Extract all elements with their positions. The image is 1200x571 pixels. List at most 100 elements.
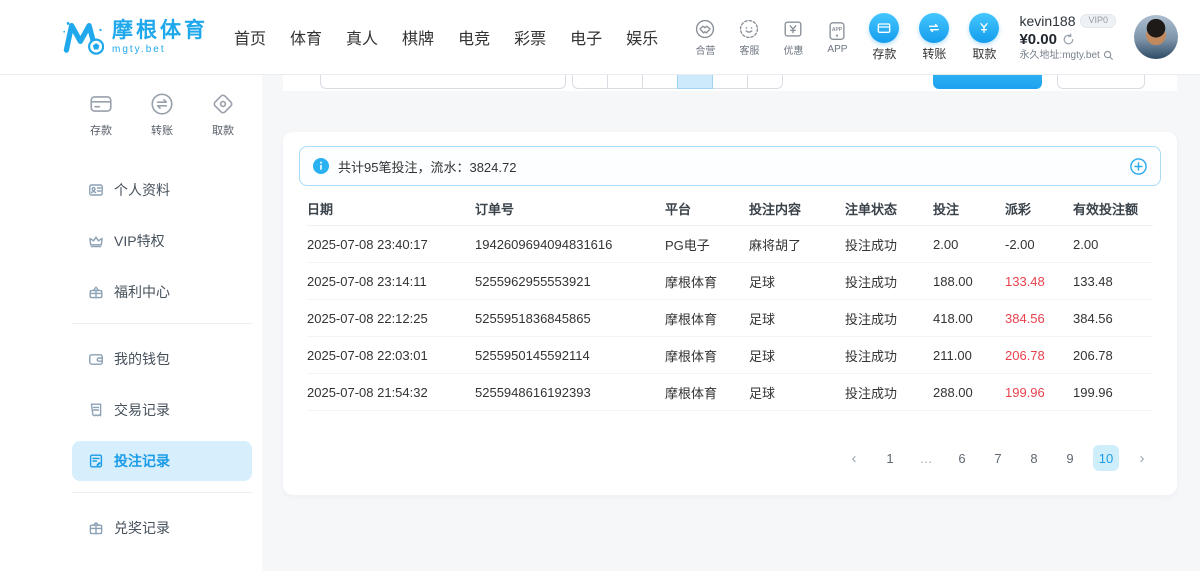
nav-item-boardgames[interactable]: 棋牌 [402, 25, 434, 49]
customer-service-button[interactable]: 客服 [733, 18, 765, 57]
sidebar-transfer-button[interactable]: 转账 [149, 91, 175, 138]
expand-plus-icon[interactable] [1130, 158, 1147, 175]
deposit-button[interactable]: 存款 [865, 13, 903, 62]
promotions-label: 优惠 [783, 42, 803, 57]
sidebar-deposit-label: 存款 [90, 122, 112, 138]
col-header-content: 投注内容 [749, 199, 845, 218]
filter-segment[interactable] [642, 75, 678, 89]
table-row[interactable]: 2025-07-08 22:12:25 5255951836845865 摩根体… [307, 300, 1153, 337]
cell-valid: 2.00 [1073, 237, 1153, 252]
search-button[interactable] [933, 75, 1042, 89]
page-button-1[interactable]: 1 [877, 445, 903, 471]
sidebar-item-label: VIP特权 [114, 231, 165, 251]
brand-domain: mgty.bet [112, 44, 208, 55]
page-button-8[interactable]: 8 [1021, 445, 1047, 471]
nav-item-live[interactable]: 真人 [346, 25, 378, 49]
transfer-icon [919, 13, 949, 43]
sidebar-withdraw-button[interactable]: 取款 [210, 91, 236, 138]
filter-segment-active[interactable] [677, 75, 713, 89]
sidebar-item-vip[interactable]: VIP特权 [72, 221, 252, 261]
transfer-button[interactable]: 转账 [915, 13, 953, 62]
cell-platform: 摩根体育 [665, 346, 749, 365]
page-ellipsis: … [913, 445, 939, 471]
filter-segment[interactable] [712, 75, 748, 89]
topbar-right: 合营 客服 优惠 APP [689, 12, 1178, 63]
page-button-10[interactable]: 10 [1093, 445, 1119, 471]
brand-logo[interactable]: 摩根体育 mgty.bet [62, 19, 208, 55]
reset-button[interactable] [1057, 75, 1145, 89]
transfer-label: 转账 [922, 45, 946, 62]
circle-arrows-icon [149, 91, 175, 117]
table-row[interactable]: 2025-07-08 23:40:17 1942609694094831616 … [307, 226, 1153, 263]
cell-bet: 418.00 [933, 311, 1005, 326]
withdraw-button[interactable]: 取款 [965, 13, 1003, 62]
svg-text:APP: APP [832, 27, 843, 33]
prev-page-button[interactable]: ‹ [841, 445, 867, 471]
deposit-icon [869, 13, 899, 43]
app-label: APP [827, 44, 847, 55]
nav-item-slots[interactable]: 电子 [570, 25, 602, 49]
username[interactable]: kevin188 [1019, 12, 1075, 30]
filter-form-cutoff [283, 75, 1177, 91]
sidebar-deposit-button[interactable]: 存款 [88, 91, 114, 138]
app-download-button[interactable]: APP APP [821, 20, 853, 55]
withdraw-label: 取款 [972, 45, 996, 62]
avatar[interactable] [1134, 15, 1178, 59]
filter-segment[interactable] [572, 75, 608, 89]
table-row[interactable]: 2025-07-08 22:03:01 5255950145592114 摩根体… [307, 337, 1153, 374]
cell-content: 足球 [749, 309, 845, 328]
col-header-valid: 有效投注额 [1073, 199, 1153, 218]
cell-content: 足球 [749, 346, 845, 365]
page-button-6[interactable]: 6 [949, 445, 975, 471]
page-button-7[interactable]: 7 [985, 445, 1011, 471]
summary-text: 共计95笔投注，流水：3824.72 [338, 157, 516, 176]
coupon-icon [782, 18, 804, 40]
filter-segment[interactable] [607, 75, 643, 89]
balance-amount: ¥0.00 [1019, 30, 1057, 50]
nav-item-home[interactable]: 首页 [234, 25, 266, 49]
magnifier-icon[interactable] [1103, 50, 1114, 61]
sidebar-item-label: 交易记录 [114, 400, 170, 420]
nav-item-sports[interactable]: 体育 [290, 25, 322, 49]
cell-valid: 199.96 [1073, 385, 1153, 400]
cell-platform: 摩根体育 [665, 272, 749, 291]
nav-item-lottery[interactable]: 彩票 [514, 25, 546, 49]
refresh-balance-icon[interactable] [1062, 33, 1075, 46]
table-row[interactable]: 2025-07-08 21:54:32 5255948616192393 摩根体… [307, 374, 1153, 411]
brand-logo-icon [62, 19, 104, 55]
nav-item-entertainment[interactable]: 娱乐 [626, 25, 658, 49]
cell-bet: 211.00 [933, 348, 1005, 363]
sidebar-item-wallet[interactable]: 我的钱包 [72, 339, 252, 379]
page-button-9[interactable]: 9 [1057, 445, 1083, 471]
next-page-button[interactable]: › [1129, 445, 1155, 471]
headset-icon [738, 18, 760, 40]
sidebar-item-welfare[interactable]: 福利中心 [72, 272, 252, 312]
wallet-icon [88, 351, 104, 367]
sidebar-withdraw-label: 取款 [212, 122, 234, 138]
cell-date: 2025-07-08 23:40:17 [307, 237, 475, 252]
sidebar-item-label: 我的钱包 [114, 349, 170, 369]
partner-button[interactable]: 合营 [689, 18, 721, 57]
cell-order: 5255950145592114 [475, 348, 665, 363]
cell-date: 2025-07-08 21:54:32 [307, 385, 475, 400]
sidebar-item-transactions[interactable]: 交易记录 [72, 390, 252, 430]
cell-content: 足球 [749, 272, 845, 291]
gift-icon [88, 284, 104, 300]
sidebar-item-profile[interactable]: 个人资料 [72, 170, 252, 210]
cell-valid: 133.48 [1073, 274, 1153, 289]
nav-item-esports[interactable]: 电竞 [458, 25, 490, 49]
sidebar: 存款 转账 取款 [0, 75, 262, 571]
sidebar-divider [72, 492, 252, 493]
col-header-bet: 投注 [933, 199, 1005, 218]
promotions-button[interactable]: 优惠 [777, 18, 809, 57]
date-range-input[interactable] [320, 75, 566, 89]
sidebar-item-redeem-records[interactable]: 兑奖记录 [72, 508, 252, 548]
handshake-icon [694, 18, 716, 40]
sidebar-item-bet-records[interactable]: 投注记录 [72, 441, 252, 481]
id-card-icon [88, 182, 104, 198]
table-row[interactable]: 2025-07-08 23:14:11 5255962955553921 摩根体… [307, 263, 1153, 300]
summary-bar: 共计95笔投注，流水：3824.72 [299, 146, 1161, 186]
prize-box-icon [88, 520, 104, 536]
filter-segment[interactable] [747, 75, 783, 89]
diamond-badge-icon [210, 91, 236, 117]
